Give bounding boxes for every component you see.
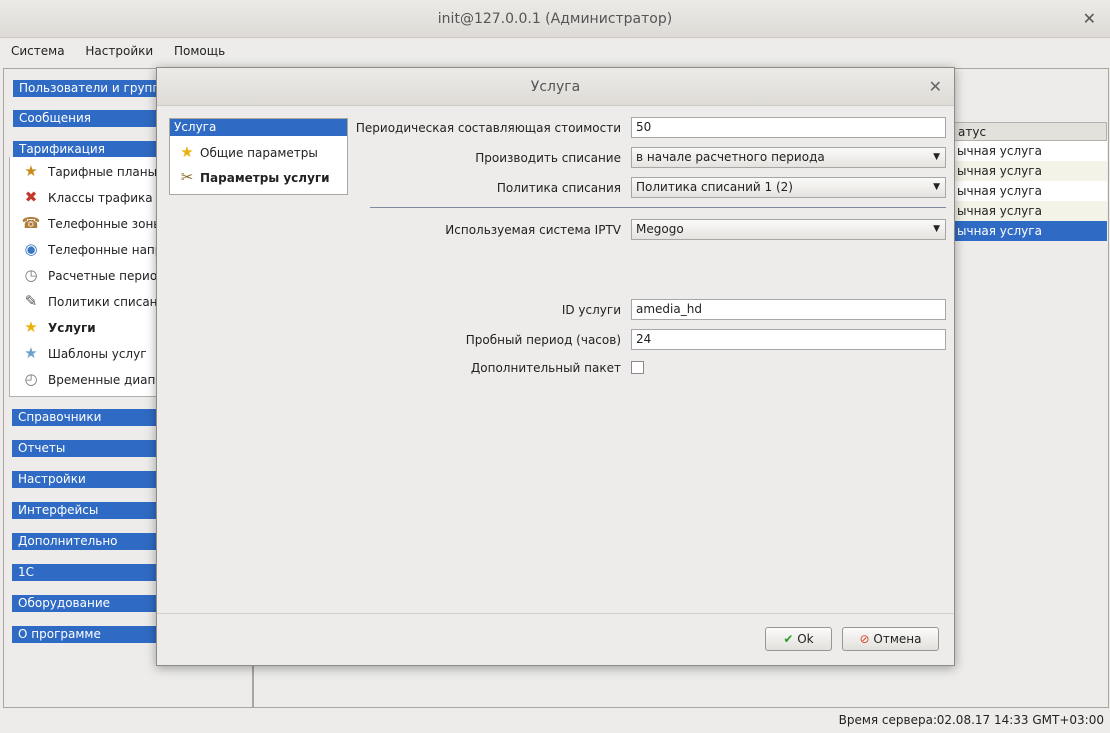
extra-package-label: Дополнительный пакет [470, 361, 621, 375]
sidebar-item-charge-policies[interactable]: ✎ Политики списани [20, 290, 166, 312]
window-close-icon[interactable]: ✕ [1083, 0, 1096, 38]
tools-icon: ✂ [180, 168, 194, 186]
trial-period-input[interactable]: 24 [631, 329, 946, 350]
billing-periods-icon: ◷ [24, 266, 38, 284]
dialog-footer: ✔ Ok ⊘ Отмена [157, 613, 954, 666]
sidebar-item-traffic-classes[interactable]: ✖ Классы трафика [20, 186, 153, 208]
iptv-system-select[interactable]: Megogo ▼ [631, 219, 946, 240]
service-id-label: ID услуги [561, 303, 621, 317]
table-header-status[interactable]: атус [953, 122, 1107, 141]
server-time-label: Время сервера: [838, 713, 937, 727]
sidebar-item-tariff-plans[interactable]: ★ Тарифные планы [20, 160, 157, 182]
star-icon: ★ [24, 318, 38, 336]
statusbar: Время сервера: 02.08.17 14:33 GMT+03:00 [0, 708, 1110, 733]
window-titlebar: init@127.0.0.1 (Администратор) ✕ [0, 0, 1110, 38]
dialog-titlebar: Услуга ✕ [157, 68, 954, 106]
dropdown-arrow-icon: ▼ [933, 182, 940, 192]
window-title: init@127.0.0.1 (Администратор) [437, 11, 673, 27]
tariff-plans-icon: ★ [24, 162, 38, 180]
traffic-classes-icon: ✖ [24, 188, 38, 206]
phone-zones-icon: ☎ [21, 214, 41, 232]
charge-mode-select[interactable]: в начале расчетного периода ▼ [631, 147, 946, 168]
sidebar-item-billing-periods[interactable]: ◷ Расчетные период [20, 264, 165, 286]
cancel-button[interactable]: ⊘ Отмена [842, 627, 939, 651]
charge-policy-select[interactable]: Политика списаний 1 (2) ▼ [631, 177, 946, 198]
service-templates-icon: ★ [24, 344, 38, 362]
sidebar-item-time-ranges[interactable]: ◴ Временные диапаз [20, 368, 169, 390]
server-time-value: 02.08.17 14:33 GMT+03:00 [936, 713, 1104, 727]
sidebar-item-service-templates[interactable]: ★ Шаблоны услуг [20, 342, 146, 364]
dialog-body: Услуга ★ Общие параметры ✂ Параметры услуг… [159, 107, 954, 612]
service-dialog: Услуга ✕ Услуга ★ Общие параметры ✂ Параме… [156, 67, 955, 666]
charge-policy-label: Политика списания [496, 181, 621, 195]
sidebar-item-phone-zones[interactable]: ☎ Телефонные зоны [20, 212, 163, 234]
extra-package-checkbox[interactable] [631, 361, 644, 374]
table-row[interactable]: ычная услуга [953, 181, 1107, 201]
table-row[interactable]: ычная услуга [953, 161, 1107, 181]
ok-button[interactable]: ✔ Ok [765, 627, 832, 651]
nav-item-general[interactable]: ★ Общие параметры [176, 141, 318, 163]
time-ranges-icon: ◴ [24, 370, 38, 388]
star-icon: ★ [180, 143, 194, 161]
sidebar-item-phone-directions[interactable]: ◉ Телефонные напр [20, 238, 162, 260]
menu-system[interactable]: Система [11, 39, 65, 63]
trial-period-label: Пробный период (часов) [465, 333, 621, 347]
periodic-cost-label: Периодическая составляющая стоимости [355, 121, 621, 135]
sidebar-item-services[interactable]: ★ Услуги [20, 316, 95, 338]
separator [370, 207, 946, 208]
table-row[interactable]: ычная услуга [953, 141, 1107, 161]
dropdown-arrow-icon: ▼ [933, 152, 940, 162]
dropdown-arrow-icon: ▼ [933, 224, 940, 234]
dialog-close-icon[interactable]: ✕ [929, 68, 942, 106]
service-id-input[interactable]: amedia_hd [631, 299, 946, 320]
iptv-system-label: Используемая система IPTV [445, 223, 621, 237]
phone-directions-icon: ◉ [24, 240, 38, 258]
nav-item-service-params[interactable]: ✂ Параметры услуги [176, 166, 330, 188]
dialog-title: Услуга [530, 79, 581, 95]
table-row-selected[interactable]: ычная услуга [953, 221, 1107, 241]
charge-policies-icon: ✎ [24, 292, 38, 310]
cancel-icon: ⊘ [859, 632, 870, 646]
menu-help[interactable]: Помощь [174, 39, 225, 63]
charge-mode-label: Производить списание [475, 151, 621, 165]
table-row[interactable]: ычная услуга [953, 201, 1107, 221]
menu-settings[interactable]: Настройки [85, 39, 153, 63]
menubar: Система Настройки Помощь [0, 39, 1110, 63]
periodic-cost-input[interactable]: 50 [631, 117, 946, 138]
checkmark-icon: ✔ [783, 632, 794, 646]
